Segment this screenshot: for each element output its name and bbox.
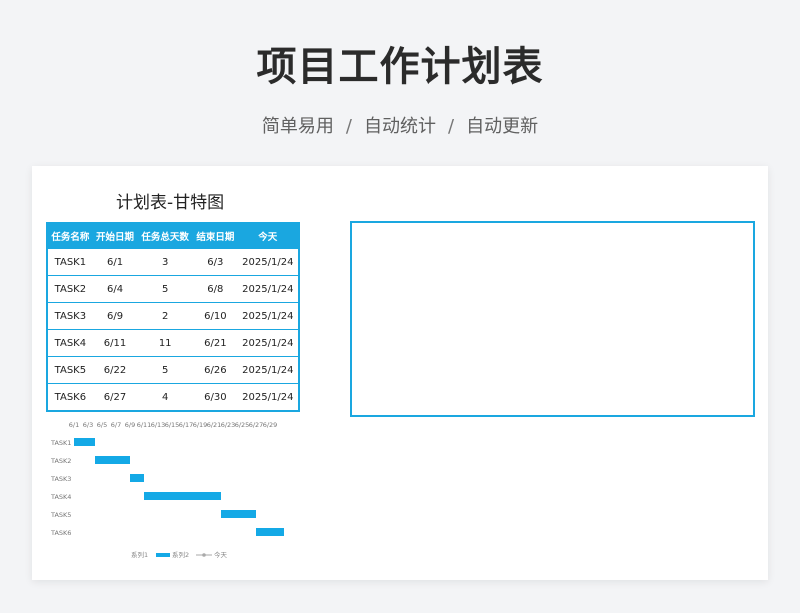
x-tick-label: 6/23	[221, 421, 236, 429]
cell-end-date[interactable]: 6/30	[193, 383, 238, 411]
sheet-title: 计划表-甘特图	[116, 193, 225, 213]
x-tick-label: 6/25	[235, 421, 250, 429]
x-tick-label: 6/15	[165, 421, 180, 429]
y-category-label: TASK1	[50, 439, 71, 447]
cell-task-name[interactable]: TASK1	[47, 248, 93, 276]
x-tick-label: 6/17	[179, 421, 194, 429]
x-tick-label: 6/21	[207, 421, 222, 429]
tagline: 简单易用 / 自动统计 / 自动更新	[0, 112, 800, 138]
x-tick-label: 6/19	[193, 421, 208, 429]
column-header-today[interactable]: 今天	[237, 223, 299, 249]
tagline-separator: /	[345, 116, 352, 137]
cell-end-date[interactable]: 6/26	[193, 356, 238, 384]
x-tick-label: 6/9	[125, 421, 135, 429]
y-category-label: TASK5	[50, 511, 71, 519]
legend-series1-label: 系列1	[131, 550, 148, 559]
legend-series2-swatch	[156, 553, 170, 557]
table-row: TASK6 6/27 4 6/30 2025/1/24	[47, 383, 299, 411]
gantt-chart-svg: 6/1 6/3 6/5 6/7 6/9 6/11 6/13 6/15 6/17 6/19 6/21 6…	[50, 421, 284, 559]
spreadsheet-sheet: 计划表-甘特图 任务名称 开始日期 任务总天数 结束日期 今天 TASK1 6/…	[32, 166, 768, 580]
cell-today[interactable]: 2025/1/24	[237, 302, 299, 330]
cell-task-name[interactable]: TASK2	[47, 275, 93, 303]
cell-task-name[interactable]: TASK3	[47, 302, 93, 330]
cell-start-date[interactable]: 6/11	[92, 329, 138, 357]
y-category-label: TASK6	[50, 529, 71, 537]
table-row: TASK2 6/4 5 6/8 2025/1/24	[47, 275, 299, 303]
cell-total-days[interactable]: 5	[137, 356, 194, 384]
x-tick-label: 6/7	[111, 421, 121, 429]
table-row: TASK1 6/1 3 6/3 2025/1/24	[47, 248, 299, 276]
gantt-bar	[95, 456, 130, 464]
page-title: 项目工作计划表	[256, 44, 544, 90]
cell-today[interactable]: 2025/1/24	[237, 383, 299, 411]
legend-today-marker	[202, 553, 206, 557]
empty-chart-frame[interactable]	[350, 221, 755, 417]
y-category-label: TASK4	[50, 493, 71, 501]
y-category-label: TASK2	[50, 457, 71, 465]
cell-today[interactable]: 2025/1/24	[237, 275, 299, 303]
column-header-end-date[interactable]: 结束日期	[193, 223, 238, 249]
cell-start-date[interactable]: 6/4	[92, 275, 138, 303]
gantt-bar	[74, 438, 95, 446]
x-tick-label: 6/11	[137, 421, 152, 429]
gantt-bar	[256, 528, 284, 536]
cell-total-days[interactable]: 4	[137, 383, 194, 411]
column-header-total-days[interactable]: 任务总天数	[137, 223, 194, 249]
x-tick-label: 6/5	[97, 421, 107, 429]
table-row: TASK3 6/9 2 6/10 2025/1/24	[47, 302, 299, 330]
column-header-start-date[interactable]: 开始日期	[92, 223, 138, 249]
x-tick-label: 6/13	[151, 421, 166, 429]
x-tick-label: 6/1	[69, 421, 79, 429]
tagline-item: 简单易用	[261, 116, 334, 137]
cell-today[interactable]: 2025/1/24	[237, 356, 299, 384]
legend-series2-label: 系列2	[172, 550, 189, 559]
cell-end-date[interactable]: 6/21	[193, 329, 238, 357]
tagline-item: 自动更新	[466, 116, 539, 137]
cell-end-date[interactable]: 6/3	[193, 248, 238, 276]
table-row: TASK5 6/22 5 6/26 2025/1/24	[47, 356, 299, 384]
x-tick-label: 6/29	[263, 421, 278, 429]
cell-today[interactable]: 2025/1/24	[237, 248, 299, 276]
cell-start-date[interactable]: 6/27	[92, 383, 138, 411]
cell-task-name[interactable]: TASK5	[47, 356, 93, 384]
y-category-label: TASK3	[50, 475, 71, 483]
table-header-row: 任务名称 开始日期 任务总天数 结束日期 今天	[47, 223, 299, 249]
column-header-task-name[interactable]: 任务名称	[47, 223, 93, 249]
cell-total-days[interactable]: 5	[137, 275, 194, 303]
x-tick-label: 6/27	[249, 421, 264, 429]
legend-today-label: 今天	[214, 550, 228, 559]
tagline-separator: /	[448, 116, 455, 137]
cell-total-days[interactable]: 2	[137, 302, 194, 330]
x-tick-label: 6/3	[83, 421, 93, 429]
gantt-chart[interactable]: 6/1 6/3 6/5 6/7 6/9 6/11 6/13 6/15 6/17 6/19 6/21 6…	[46, 418, 306, 568]
cell-start-date[interactable]: 6/9	[92, 302, 138, 330]
cell-today[interactable]: 2025/1/24	[237, 329, 299, 357]
cell-total-days[interactable]: 11	[137, 329, 194, 357]
gantt-bar	[144, 492, 221, 500]
gantt-bar	[130, 474, 144, 482]
gantt-bar	[221, 510, 256, 518]
cell-start-date[interactable]: 6/22	[92, 356, 138, 384]
cell-task-name[interactable]: TASK6	[47, 383, 93, 411]
cell-end-date[interactable]: 6/8	[193, 275, 238, 303]
cell-task-name[interactable]: TASK4	[47, 329, 93, 357]
cell-start-date[interactable]: 6/1	[92, 248, 138, 276]
table-row: TASK4 6/11 11 6/21 2025/1/24	[47, 329, 299, 357]
cell-total-days[interactable]: 3	[137, 248, 194, 276]
task-table: 任务名称 开始日期 任务总天数 结束日期 今天 TASK1 6/1 3 6/3 …	[46, 222, 300, 412]
tagline-item: 自动统计	[364, 116, 436, 137]
cell-end-date[interactable]: 6/10	[193, 302, 238, 330]
